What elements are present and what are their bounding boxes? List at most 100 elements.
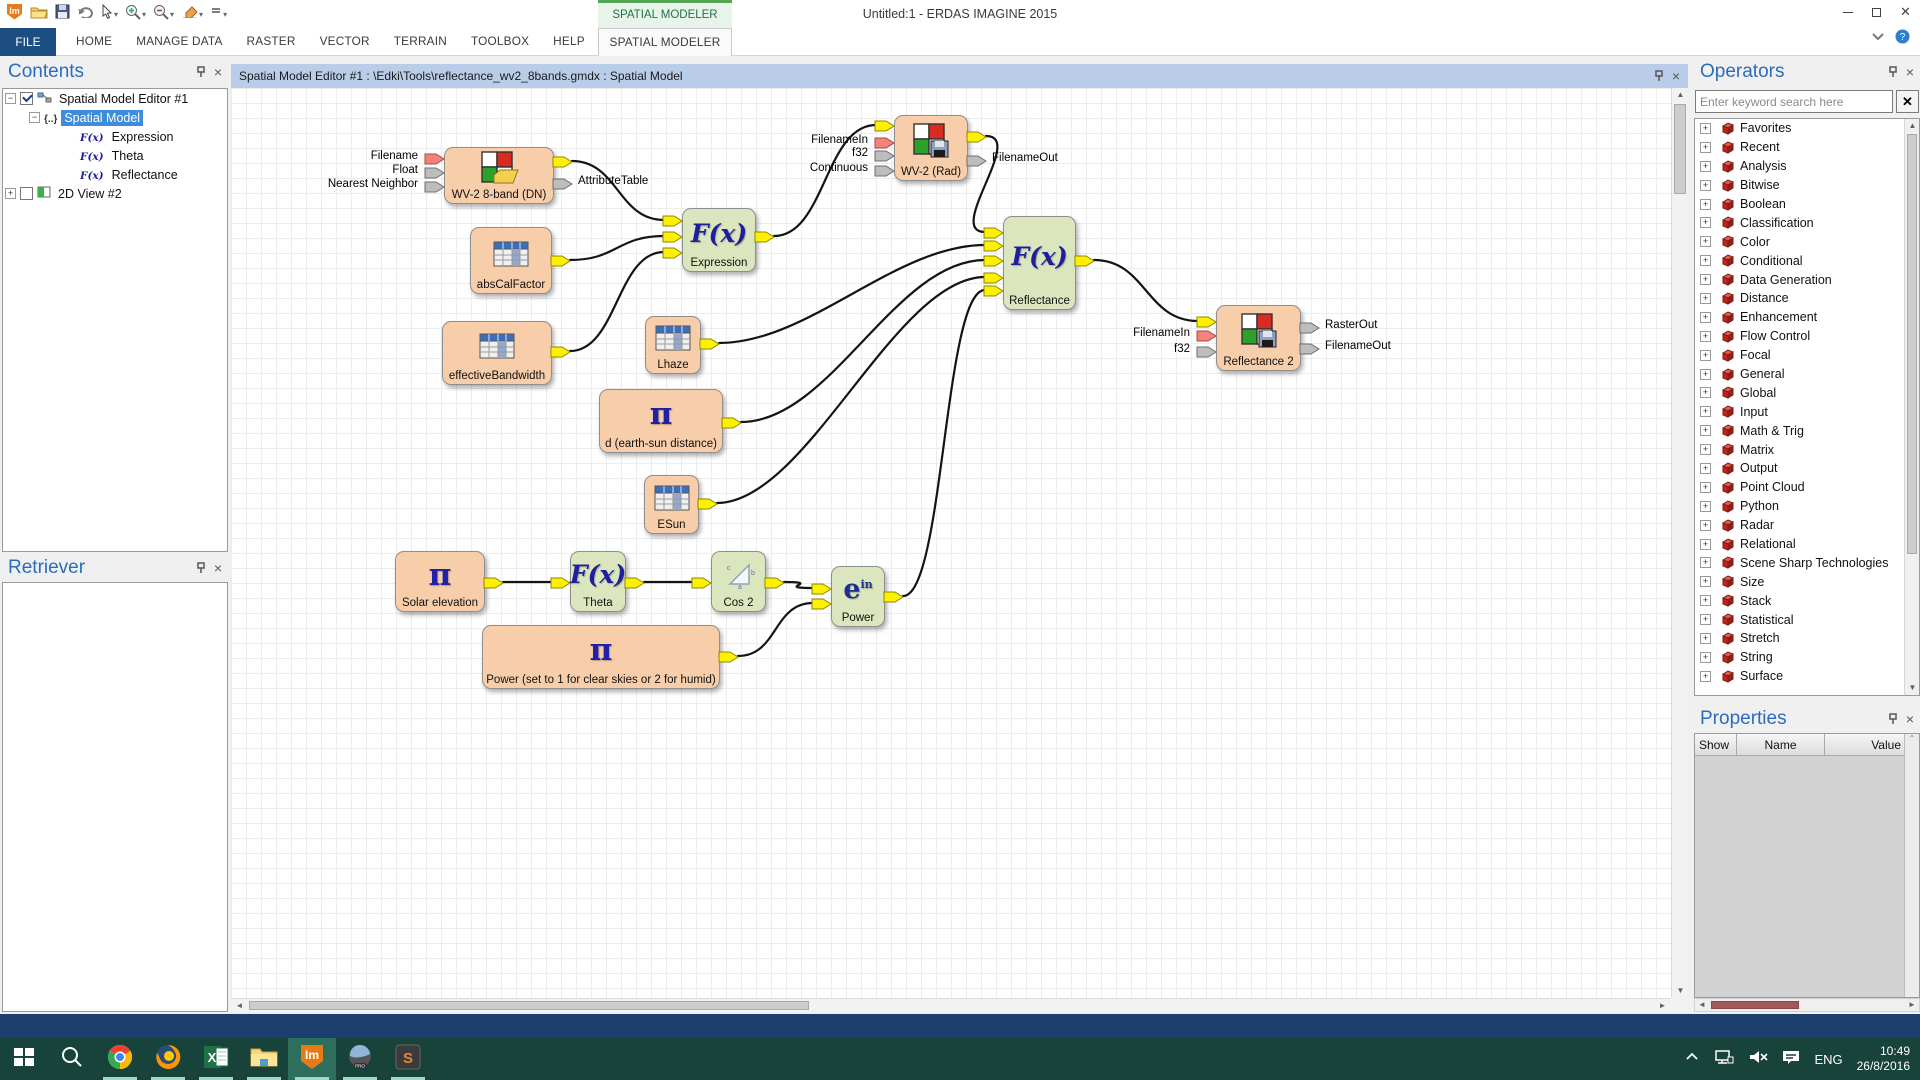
tab-spatial-modeler[interactable]: SPATIAL MODELER xyxy=(598,28,732,56)
tree-expander-icon[interactable]: + xyxy=(1700,652,1711,663)
operator-search-input[interactable] xyxy=(1695,90,1893,113)
input-port[interactable] xyxy=(983,284,1005,296)
scroll-thumb[interactable] xyxy=(249,1001,809,1010)
tree-expander-icon[interactable]: + xyxy=(1700,312,1711,323)
tab-vector[interactable]: VECTOR xyxy=(308,28,382,55)
output-port[interactable] xyxy=(966,154,988,166)
operator-category-python[interactable]: +Python xyxy=(1695,497,1904,516)
close-panel-icon[interactable]: × xyxy=(1906,712,1914,726)
close-button[interactable]: ✕ xyxy=(1891,0,1920,24)
tree-expander-icon[interactable]: + xyxy=(5,188,16,199)
output-port[interactable] xyxy=(552,177,574,189)
operator-category-size[interactable]: +Size xyxy=(1695,572,1904,591)
tab-home[interactable]: HOME xyxy=(64,28,124,55)
tree-item-spatial-model-editor-1[interactable]: −Spatial Model Editor #1 xyxy=(3,89,227,108)
tree-expander-icon[interactable]: + xyxy=(1700,614,1711,625)
input-port[interactable] xyxy=(424,180,446,192)
operator-category-focal[interactable]: +Focal xyxy=(1695,346,1904,365)
output-port[interactable] xyxy=(721,416,743,428)
model-node-wv2rad[interactable]: WV-2 (Rad) xyxy=(894,115,968,181)
tree-expander-icon[interactable]: + xyxy=(1700,199,1711,210)
input-port[interactable] xyxy=(662,214,684,226)
tree-item-2d-view-2[interactable]: +2D View #2 xyxy=(3,184,227,203)
canvas-vertical-scrollbar[interactable]: ▲ ▼ xyxy=(1671,88,1688,998)
operator-category-statistical[interactable]: +Statistical xyxy=(1695,610,1904,629)
tree-item-label[interactable]: Theta xyxy=(109,148,147,164)
scroll-right-icon[interactable]: ► xyxy=(1654,999,1671,1012)
pin-icon[interactable] xyxy=(196,562,206,574)
tree-item-label[interactable]: Spatial Model Editor #1 xyxy=(56,91,191,107)
tree-expander-icon[interactable]: + xyxy=(1700,274,1711,285)
model-node-refl[interactable]: F(x)Reflectance xyxy=(1003,216,1076,310)
operator-category-analysis[interactable]: +Analysis xyxy=(1695,157,1904,176)
scroll-up-icon[interactable]: ▲ xyxy=(1672,88,1689,102)
tree-expander-icon[interactable]: + xyxy=(1700,557,1711,568)
model-node-expr[interactable]: F(x)Expression xyxy=(682,208,756,272)
operator-category-general[interactable]: +General xyxy=(1695,365,1904,384)
tree-expander-icon[interactable]: − xyxy=(29,112,40,123)
taskbar-google-earth-icon[interactable]: PRO xyxy=(336,1038,384,1080)
input-port[interactable] xyxy=(662,230,684,242)
operator-category-input[interactable]: +Input xyxy=(1695,402,1904,421)
operator-category-color[interactable]: +Color xyxy=(1695,232,1904,251)
output-port[interactable] xyxy=(1299,342,1321,354)
input-port[interactable] xyxy=(811,597,833,609)
taskbar-file-explorer-icon[interactable] xyxy=(240,1038,288,1080)
tree-expander-icon[interactable]: + xyxy=(1700,501,1711,512)
tree-expander-icon[interactable]: + xyxy=(1700,425,1711,436)
output-port[interactable] xyxy=(883,590,905,602)
operator-category-enhancement[interactable]: +Enhancement xyxy=(1695,308,1904,327)
operator-category-output[interactable]: +Output xyxy=(1695,459,1904,478)
network-icon[interactable] xyxy=(1714,1049,1734,1070)
operator-category-point-cloud[interactable]: +Point Cloud xyxy=(1695,478,1904,497)
tree-expander-icon[interactable]: + xyxy=(1700,387,1711,398)
tab-toolbox[interactable]: TOOLBOX xyxy=(459,28,541,55)
model-node-power[interactable]: einPower xyxy=(831,566,885,627)
scroll-left-icon[interactable]: ◄ xyxy=(231,999,248,1012)
tree-expander-icon[interactable]: + xyxy=(1700,236,1711,247)
operator-category-stack[interactable]: +Stack xyxy=(1695,591,1904,610)
output-port[interactable] xyxy=(966,130,988,142)
help-icon[interactable]: ? xyxy=(1895,29,1910,44)
tab-file[interactable]: FILE xyxy=(0,28,56,56)
output-port[interactable] xyxy=(624,576,646,588)
pin-icon[interactable] xyxy=(1888,713,1898,725)
model-node-refl2[interactable]: Reflectance 2 xyxy=(1216,305,1301,371)
tree-item-spatial-model[interactable]: −{..}Spatial Model xyxy=(3,108,227,127)
operator-category-string[interactable]: +String xyxy=(1695,648,1904,667)
operator-category-bitwise[interactable]: +Bitwise xyxy=(1695,176,1904,195)
tab-terrain[interactable]: TERRAIN xyxy=(382,28,459,55)
output-port[interactable] xyxy=(552,155,574,167)
input-port[interactable] xyxy=(811,582,833,594)
tree-expander-icon[interactable]: + xyxy=(1700,255,1711,266)
input-port[interactable] xyxy=(1196,329,1218,341)
model-node-solar[interactable]: πSolar elevation xyxy=(395,551,485,612)
tree-expander-icon[interactable]: + xyxy=(1700,463,1711,474)
model-node-effband[interactable]: effectiveBandwidth xyxy=(442,321,552,385)
input-port[interactable] xyxy=(662,246,684,258)
input-port[interactable] xyxy=(1196,345,1218,357)
tree-expander-icon[interactable]: + xyxy=(1700,331,1711,342)
tree-expander-icon[interactable]: + xyxy=(1700,350,1711,361)
tree-expander-icon[interactable]: + xyxy=(1700,482,1711,493)
model-node-dsun[interactable]: πd (earth-sun distance) xyxy=(599,389,723,453)
tree-expander-icon[interactable]: + xyxy=(1700,595,1711,606)
input-port[interactable] xyxy=(983,271,1005,283)
taskbar-erdas-imagine-icon[interactable]: Im xyxy=(288,1038,336,1080)
operator-category-boolean[interactable]: +Boolean xyxy=(1695,195,1904,214)
pin-icon[interactable] xyxy=(1654,70,1664,82)
pin-icon[interactable] xyxy=(1888,66,1898,78)
operator-category-distance[interactable]: +Distance xyxy=(1695,289,1904,308)
operator-category-global[interactable]: +Global xyxy=(1695,383,1904,402)
scroll-left-icon[interactable]: ◄ xyxy=(1695,999,1709,1011)
tree-checkbox[interactable] xyxy=(20,92,33,105)
side-horizontal-scrollbar[interactable]: ◄ ► xyxy=(1694,998,1920,1012)
output-port[interactable] xyxy=(764,576,786,588)
taskbar-chrome-icon[interactable] xyxy=(96,1038,144,1080)
close-editor-icon[interactable]: × xyxy=(1672,69,1680,83)
output-port[interactable] xyxy=(697,497,719,509)
operator-category-recent[interactable]: +Recent xyxy=(1695,138,1904,157)
tab-raster[interactable]: RASTER xyxy=(235,28,308,55)
tree-expander-icon[interactable]: + xyxy=(1700,539,1711,550)
tree-item-label[interactable]: Reflectance xyxy=(109,167,181,183)
